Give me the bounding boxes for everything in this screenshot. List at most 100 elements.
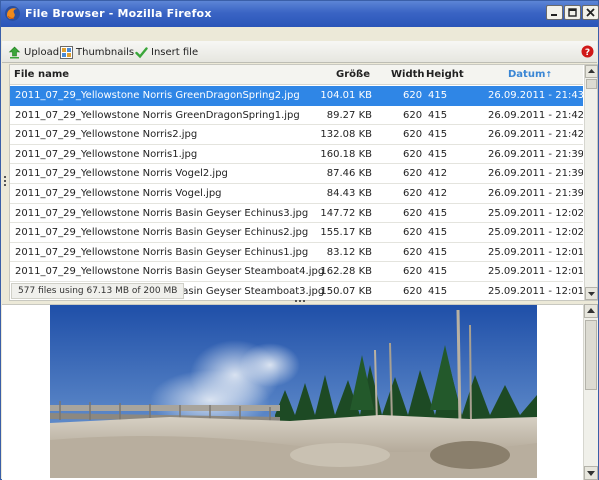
- file-size-cell: 104.01 KB: [320, 90, 372, 101]
- file-height-cell: 415: [428, 246, 448, 258]
- file-name-cell: 2011_07_29_Yellowstone Norris2.jpg: [15, 129, 198, 141]
- file-size-cell: 83.12 KB: [326, 246, 372, 258]
- file-width-cell: 620: [403, 285, 423, 297]
- file-list: File name Größe Width Height Datum↑ 2011…: [9, 64, 598, 301]
- file-height-cell: 412: [428, 187, 448, 199]
- geyser-photo: [50, 305, 537, 478]
- file-date-cell: 25.09.2011 - 12:02: [488, 227, 583, 239]
- table-row[interactable]: 2011_07_29_Yellowstone Norris1.jpg 160.1…: [10, 144, 583, 165]
- file-height-cell: 412: [428, 168, 448, 180]
- file-name-cell: 2011_07_29_Yellowstone Norris Basin Geys…: [15, 246, 309, 258]
- help-icon[interactable]: ?: [581, 45, 594, 58]
- insert-file-button[interactable]: Insert file: [135, 45, 198, 59]
- file-width-cell: 620: [403, 148, 423, 160]
- column-header-name[interactable]: File name: [14, 69, 69, 80]
- table-row[interactable]: 2011_07_29_Yellowstone Norris Vogel.jpg …: [10, 183, 583, 204]
- table-row[interactable]: 2011_07_29_Yellowstone Norris Vogel2.jpg…: [10, 164, 583, 184]
- file-name-cell: 2011_07_29_Yellowstone Norris Vogel2.jpg: [15, 168, 228, 180]
- table-row[interactable]: 2011_07_29_Yellowstone Norris Basin Geys…: [10, 223, 583, 243]
- file-list-scrollbar[interactable]: [584, 65, 598, 300]
- upload-arrow-icon: [8, 46, 21, 58]
- file-size-cell: 150.07 KB: [320, 285, 372, 297]
- scroll-down-button[interactable]: [585, 287, 598, 300]
- close-icon: [586, 8, 595, 17]
- file-height-cell: 415: [428, 148, 448, 160]
- thumbnails-button[interactable]: Thumbnails: [60, 45, 134, 59]
- file-size-cell: 160.18 KB: [320, 148, 372, 160]
- file-width-cell: 620: [403, 90, 423, 101]
- file-date-cell: 26.09.2011 - 21:39: [488, 187, 583, 199]
- arrow-up-icon: [588, 69, 595, 73]
- upload-label: Upload: [24, 46, 60, 58]
- sort-ascending-icon: ↑: [545, 70, 553, 79]
- table-row[interactable]: 2011_07_29_Yellowstone Norris Basin Geys…: [10, 262, 583, 282]
- file-height-cell: 415: [428, 109, 448, 121]
- file-name-cell: 2011_07_29_Yellowstone Norris Basin Geys…: [15, 227, 309, 239]
- file-size-cell: 89.27 KB: [326, 109, 372, 121]
- list-header: File name Größe Width Height Datum↑: [10, 65, 583, 85]
- file-name-cell: 2011_07_29_Yellowstone Norris GreenDrago…: [15, 90, 300, 101]
- file-name-cell: 2011_07_29_Yellowstone Norris Vogel.jpg: [15, 187, 222, 199]
- column-header-height[interactable]: Height: [426, 69, 464, 80]
- table-row[interactable]: 2011_07_29_Yellowstone Norris Basin Geys…: [10, 203, 583, 224]
- file-date-cell: 26.09.2011 - 21:39: [488, 148, 583, 160]
- maximize-icon: [568, 8, 577, 17]
- file-width-cell: 620: [403, 129, 423, 141]
- arrow-up-icon: [587, 308, 595, 313]
- toolbar: Upload Thumbnails Insert file ?: [2, 41, 597, 63]
- table-row[interactable]: 2011_07_29_Yellowstone Norris Basin Geys…: [10, 242, 583, 263]
- file-name-cell: 2011_07_29_Yellowstone Norris Basin Geys…: [15, 266, 325, 278]
- file-width-cell: 620: [403, 227, 423, 239]
- table-row[interactable]: 2011_07_29_Yellowstone Norris2.jpg 132.0…: [10, 125, 583, 145]
- file-height-cell: 415: [428, 90, 448, 101]
- preview-scroll-thumb[interactable]: [585, 320, 597, 390]
- file-width-cell: 620: [403, 266, 423, 278]
- file-date-cell: 25.09.2011 - 12:01: [488, 285, 583, 297]
- preview-pane: [2, 304, 584, 480]
- file-height-cell: 415: [428, 266, 448, 278]
- file-width-cell: 620: [403, 246, 423, 258]
- column-header-date[interactable]: Datum↑: [508, 69, 552, 80]
- title-bar[interactable]: File Browser - Mozilla Firefox: [1, 1, 599, 27]
- column-header-width[interactable]: Width: [391, 69, 425, 80]
- file-width-cell: 620: [403, 168, 423, 180]
- checkmark-icon: [135, 46, 148, 58]
- scroll-up-button[interactable]: [585, 65, 598, 78]
- maximize-button[interactable]: [564, 5, 581, 20]
- minimize-icon: [551, 14, 557, 16]
- thumbnails-grid-icon: [60, 45, 73, 59]
- window-title: File Browser - Mozilla Firefox: [25, 7, 212, 20]
- preview-scrollbar[interactable]: [583, 304, 598, 480]
- left-resize-grip[interactable]: [4, 176, 7, 188]
- file-size-cell: 87.46 KB: [326, 168, 372, 180]
- scroll-thumb[interactable]: [586, 79, 597, 89]
- file-rows: 2011_07_29_Yellowstone Norris GreenDrago…: [10, 86, 583, 299]
- file-name-cell: 2011_07_29_Yellowstone Norris Basin Geys…: [15, 207, 309, 219]
- file-width-cell: 620: [403, 187, 423, 199]
- close-button[interactable]: [582, 5, 599, 20]
- upload-button[interactable]: Upload: [8, 45, 59, 59]
- file-name-cell: 2011_07_29_Yellowstone Norris GreenDrago…: [15, 109, 300, 121]
- file-width-cell: 620: [403, 109, 423, 121]
- file-height-cell: 415: [428, 227, 448, 239]
- date-header-label: Datum: [508, 69, 546, 80]
- table-row[interactable]: 2011_07_29_Yellowstone Norris GreenDrago…: [10, 105, 583, 126]
- file-size-cell: 147.72 KB: [320, 207, 372, 219]
- file-size-cell: 132.08 KB: [320, 129, 372, 141]
- arrow-down-icon: [588, 292, 595, 296]
- file-height-cell: 415: [428, 207, 448, 219]
- table-row[interactable]: 2011_07_29_Yellowstone Norris GreenDrago…: [10, 86, 583, 106]
- firefox-icon: [5, 6, 20, 21]
- arrow-down-icon: [587, 471, 595, 476]
- file-date-cell: 25.09.2011 - 12:01: [488, 266, 583, 278]
- file-size-cell: 155.17 KB: [320, 227, 372, 239]
- preview-scroll-up-button[interactable]: [584, 304, 598, 318]
- file-width-cell: 620: [403, 207, 423, 219]
- preview-scroll-down-button[interactable]: [584, 466, 598, 480]
- minimize-button[interactable]: [546, 5, 563, 20]
- column-header-size[interactable]: Größe: [336, 69, 370, 80]
- image-preview: [50, 305, 537, 478]
- file-date-cell: 26.09.2011 - 21:43: [488, 90, 583, 101]
- file-date-cell: 26.09.2011 - 21:42: [488, 129, 583, 141]
- file-height-cell: 415: [428, 285, 448, 297]
